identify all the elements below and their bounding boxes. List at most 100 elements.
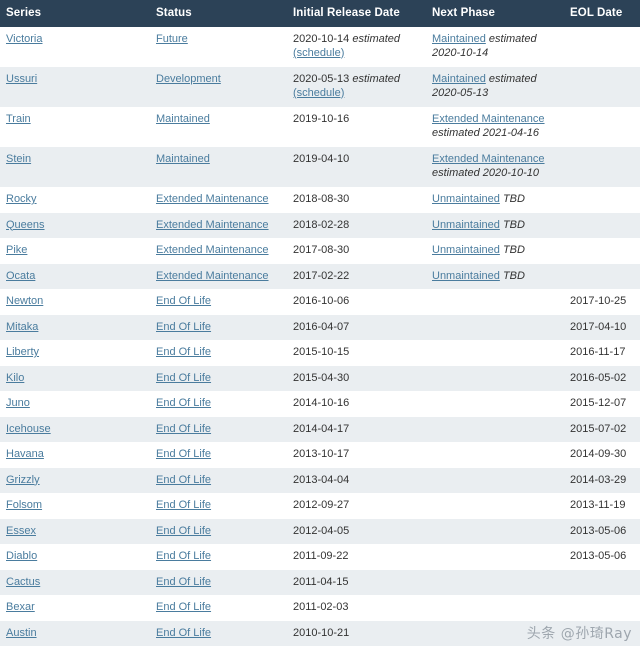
schedule-link[interactable]: (schedule) [293, 87, 420, 101]
status-link[interactable]: End Of Life [156, 499, 211, 511]
column-header-status[interactable]: Status [147, 0, 287, 27]
series-link[interactable]: Pike [6, 244, 27, 256]
next-phase-link[interactable]: Extended Maintenance [432, 113, 545, 125]
status-link[interactable]: End Of Life [156, 576, 211, 588]
cell-series: Pike [0, 238, 147, 264]
initial-release-date-value: 2014-04-17 [293, 422, 350, 435]
series-link[interactable]: Bexar [6, 601, 35, 613]
next-phase-link[interactable]: Extended Maintenance [432, 153, 545, 165]
series-link[interactable]: Queens [6, 219, 45, 231]
status-link[interactable]: End Of Life [156, 397, 211, 409]
cell-eol-date [564, 570, 640, 596]
status-link[interactable]: End Of Life [156, 346, 211, 358]
cell-next-phase [426, 468, 564, 494]
cell-initial-release-date: 2011-04-15 [287, 570, 426, 596]
cell-next-phase: Unmaintained TBD [426, 264, 564, 290]
status-link[interactable]: Maintained [156, 113, 210, 125]
series-link[interactable]: Ocata [6, 270, 35, 282]
initial-release-date-value: 2019-04-10 [293, 153, 350, 165]
column-header-next-phase[interactable]: Next Phase [426, 0, 564, 27]
cell-eol-date: 2013-05-06 [564, 544, 640, 570]
next-phase-link[interactable]: Unmaintained [432, 270, 500, 282]
eol-date-value: 2015-07-02 [570, 422, 627, 435]
next-phase-estimated-label: TBD [502, 218, 525, 231]
series-link[interactable]: Mitaka [6, 321, 38, 333]
cell-next-phase [426, 493, 564, 519]
series-link[interactable]: Diablo [6, 550, 37, 562]
series-link[interactable]: Austin [6, 627, 37, 639]
status-link[interactable]: Maintained [156, 153, 210, 165]
next-phase-estimated-label: TBD [502, 193, 525, 205]
next-phase-link[interactable]: Unmaintained [432, 193, 500, 205]
status-link[interactable]: End Of Life [156, 372, 211, 384]
table-row: Pike Extended Maintenance 2017-08-30 Unmain… [0, 238, 640, 264]
cell-status: End Of Life [147, 391, 287, 417]
schedule-link[interactable]: (schedule) [293, 47, 420, 61]
cell-next-phase: Maintained estimated 2020-10-14 [426, 27, 564, 67]
table-row: Austin End Of Life 2010-10-21 [0, 620, 640, 646]
cell-status: Future [147, 27, 287, 67]
initial-release-date-value: 2011-04-15 [293, 575, 349, 588]
cell-eol-date [564, 67, 640, 107]
status-link[interactable]: Extended Maintenance [156, 270, 269, 282]
cell-next-phase [426, 417, 564, 443]
initial-release-date-value: 2013-04-04 [293, 473, 350, 486]
initial-release-date-value: 2017-08-30 [293, 244, 350, 256]
status-link[interactable]: End Of Life [156, 448, 211, 460]
series-link[interactable]: Grizzly [6, 474, 40, 486]
cell-eol-date: 2014-09-30 [564, 442, 640, 468]
status-link[interactable]: Development [156, 73, 221, 85]
cell-series: Ussuri [0, 67, 147, 107]
table-row: Grizzly End Of Life 2013-04-04 2014-03-29 [0, 467, 640, 494]
series-link[interactable]: Kilo [6, 372, 24, 384]
table-row: Bexar End Of Life 2011-02-03 [0, 595, 640, 621]
series-link[interactable]: Essex [6, 525, 36, 537]
status-link[interactable]: End Of Life [156, 601, 211, 613]
series-link[interactable]: Ussuri [6, 73, 37, 85]
table-body: Victoria Future 2020-10-14 estimated (sched… [0, 27, 640, 646]
status-link[interactable]: Extended Maintenance [156, 219, 269, 231]
series-link[interactable]: Rocky [6, 193, 37, 205]
cell-series: Train [0, 107, 147, 147]
column-header-initial-release-date[interactable]: Initial Release Date [287, 0, 426, 27]
series-link[interactable]: Cactus [6, 576, 40, 588]
status-link[interactable]: End Of Life [156, 295, 211, 307]
status-link[interactable]: End Of Life [156, 423, 211, 435]
next-phase-link[interactable]: Maintained [432, 33, 486, 45]
status-link[interactable]: End Of Life [156, 321, 211, 333]
cell-series: Liberty [0, 340, 147, 366]
cell-next-phase [426, 442, 564, 468]
status-link[interactable]: Extended Maintenance [156, 244, 269, 256]
next-phase-date: 2020-10-14 [432, 46, 489, 59]
table-row: Train Maintained 2019-10-16 Extended Mainte… [0, 107, 640, 147]
series-link[interactable]: Train [6, 113, 31, 125]
series-link[interactable]: Juno [6, 397, 30, 409]
cell-series: Victoria [0, 27, 147, 67]
status-link[interactable]: Future [156, 33, 188, 45]
status-link[interactable]: End Of Life [156, 525, 211, 537]
column-header-series[interactable]: Series [0, 0, 147, 27]
status-link[interactable]: Extended Maintenance [156, 193, 269, 205]
cell-next-phase: Unmaintained TBD [426, 213, 564, 239]
cell-initial-release-date: 2016-04-07 [287, 315, 426, 341]
status-link[interactable]: End Of Life [156, 550, 211, 562]
next-phase-link[interactable]: Unmaintained [432, 244, 500, 256]
series-link[interactable]: Folsom [6, 499, 42, 511]
initial-release-date-value: 2011-02-03 [293, 601, 349, 613]
status-link[interactable]: End Of Life [156, 627, 211, 639]
series-link[interactable]: Havana [6, 448, 44, 460]
series-link[interactable]: Liberty [6, 346, 39, 358]
series-link[interactable]: Stein [6, 153, 31, 165]
column-header-eol-date[interactable]: EOL Date [564, 0, 640, 27]
next-phase-link[interactable]: Unmaintained [432, 219, 500, 231]
cell-status: End Of Life [147, 595, 287, 621]
cell-series: Ocata [0, 264, 147, 290]
series-link[interactable]: Icehouse [6, 423, 51, 435]
series-link[interactable]: Newton [6, 295, 43, 307]
eol-date-value: 2016-11-17 [570, 346, 626, 358]
eol-date-value: 2013-05-06 [570, 550, 627, 562]
status-link[interactable]: End Of Life [156, 474, 211, 486]
series-link[interactable]: Victoria [6, 33, 42, 45]
cell-next-phase: Extended Maintenance estimated 2021-04-16 [426, 107, 564, 147]
next-phase-link[interactable]: Maintained [432, 73, 486, 85]
